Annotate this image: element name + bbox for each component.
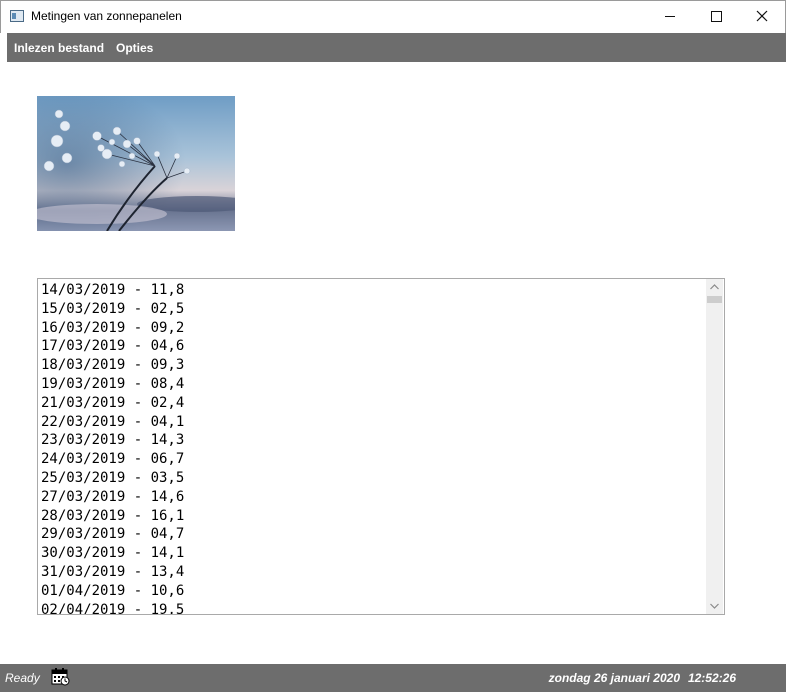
list-item[interactable]: 28/03/2019 - 16,1 xyxy=(41,507,184,526)
status-bar: Ready zondag 26 januari 2020 12:52:26 xyxy=(0,664,786,692)
list-item[interactable]: 22/03/2019 - 04,1 xyxy=(41,413,184,432)
menu-bar: Inlezen bestand Opties xyxy=(7,33,786,62)
list-item[interactable]: 29/03/2019 - 04,7 xyxy=(41,525,184,544)
list-item[interactable]: 17/03/2019 - 04,6 xyxy=(41,337,184,356)
list-item[interactable]: 02/04/2019 - 19,5 xyxy=(41,601,184,614)
list-item[interactable]: 01/04/2019 - 10,6 xyxy=(41,582,184,601)
list-item[interactable]: 19/03/2019 - 08,4 xyxy=(41,375,184,394)
list-item[interactable]: 16/03/2019 - 09,2 xyxy=(41,319,184,338)
list-item[interactable]: 27/03/2019 - 14,6 xyxy=(41,488,184,507)
scroll-down-icon[interactable] xyxy=(706,598,723,614)
list-item[interactable]: 24/03/2019 - 06,7 xyxy=(41,450,184,469)
scroll-up-icon[interactable] xyxy=(706,279,723,295)
frosted-plant-image xyxy=(37,96,235,231)
measurements-listbox[interactable]: 14/03/2019 - 11,8 15/03/2019 - 02,5 16/03/… xyxy=(37,278,725,615)
calendar-clock-icon xyxy=(51,668,70,686)
scroll-thumb[interactable] xyxy=(707,296,722,303)
list-item[interactable]: 14/03/2019 - 11,8 xyxy=(41,281,184,300)
menu-inlezen-bestand[interactable]: Inlezen bestand xyxy=(14,41,104,55)
list-items: 14/03/2019 - 11,8 15/03/2019 - 02,5 16/03/… xyxy=(41,281,184,614)
vertical-scrollbar[interactable] xyxy=(706,279,723,614)
status-text: Ready xyxy=(5,671,40,685)
list-item[interactable]: 31/03/2019 - 13,4 xyxy=(41,563,184,582)
minimize-icon xyxy=(665,16,675,17)
minimize-button[interactable] xyxy=(647,1,693,32)
maximize-icon xyxy=(711,11,722,22)
title-bar[interactable]: Metingen van zonnepanelen xyxy=(0,0,786,33)
list-item[interactable]: 21/03/2019 - 02,4 xyxy=(41,394,184,413)
menu-opties[interactable]: Opties xyxy=(116,41,153,55)
list-item[interactable]: 18/03/2019 - 09,3 xyxy=(41,356,184,375)
app-icon xyxy=(10,10,24,22)
status-date: zondag 26 januari 2020 xyxy=(548,671,680,685)
status-time: 12:52:26 xyxy=(687,671,736,685)
list-item[interactable]: 25/03/2019 - 03,5 xyxy=(41,469,184,488)
close-icon xyxy=(756,10,768,22)
list-item[interactable]: 23/03/2019 - 14,3 xyxy=(41,431,184,450)
maximize-button[interactable] xyxy=(693,1,739,32)
window-title: Metingen van zonnepanelen xyxy=(31,9,182,23)
list-item[interactable]: 15/03/2019 - 02,5 xyxy=(41,300,184,319)
list-item[interactable]: 30/03/2019 - 14,1 xyxy=(41,544,184,563)
close-button[interactable] xyxy=(739,1,785,32)
